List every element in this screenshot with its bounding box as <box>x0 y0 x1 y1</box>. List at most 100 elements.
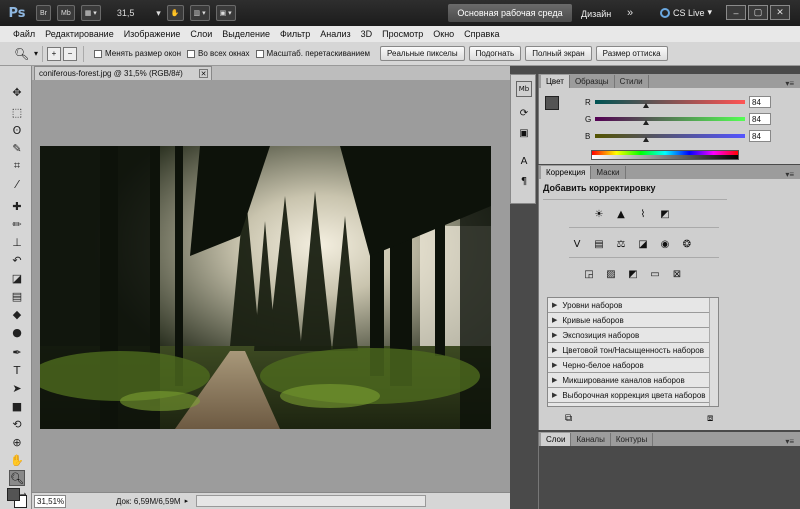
quick-selection-tool-icon[interactable]: ✎ <box>9 140 25 156</box>
type-tool-icon[interactable]: T <box>9 362 25 378</box>
tab-styles[interactable]: Стили <box>615 75 649 88</box>
brightness-icon[interactable]: ☀ <box>591 207 607 221</box>
crop-tool-icon[interactable]: ⌗ <box>9 158 25 174</box>
zoom-percent-field[interactable]: 31,51% <box>34 494 66 508</box>
exposure-icon[interactable]: ◩ <box>657 207 673 221</box>
path-selection-tool-icon[interactable]: ➤ <box>9 380 25 396</box>
history-icon[interactable]: ⟳ <box>516 105 532 121</box>
character-icon[interactable]: A <box>516 153 532 169</box>
horizontal-scrollbar[interactable] <box>196 495 427 507</box>
threshold-icon[interactable]: ◩ <box>625 267 641 281</box>
color-spectrum-bar[interactable] <box>591 150 739 160</box>
spot-healing-tool-icon[interactable]: ✚ <box>9 198 25 214</box>
tab-swatches[interactable]: Образцы <box>570 75 615 88</box>
menu-image[interactable]: Изображение <box>119 29 186 39</box>
all-windows-checkbox[interactable]: Во всех окнах <box>187 49 250 58</box>
fill-screen-button[interactable]: Полный экран <box>525 46 592 61</box>
brush-tool-icon[interactable]: ✏ <box>9 216 25 232</box>
lasso-tool-icon[interactable]: ʘ <box>9 122 25 138</box>
menu-filter[interactable]: Фильтр <box>275 29 315 39</box>
minimize-button[interactable]: – <box>726 5 746 20</box>
move-tool-icon[interactable]: ✥ <box>9 84 25 100</box>
menu-help[interactable]: Справка <box>459 29 504 39</box>
posterize-icon[interactable]: ▨ <box>603 267 619 281</box>
resize-windows-checkbox[interactable]: Менять размер окон <box>94 49 181 58</box>
paragraph-icon[interactable]: ¶ <box>516 173 532 189</box>
red-slider-thumb[interactable] <box>643 103 649 108</box>
canvas-area[interactable] <box>32 80 510 492</box>
black-white-icon[interactable]: ◪ <box>635 237 651 251</box>
channel-mixer-icon[interactable]: ❂ <box>679 237 695 251</box>
history-brush-tool-icon[interactable]: ↶ <box>9 252 25 268</box>
tab-adjustments[interactable]: Коррекция <box>541 166 592 179</box>
pen-tool-icon[interactable]: ✒ <box>9 344 25 360</box>
menu-layers[interactable]: Слои <box>185 29 217 39</box>
hand-rotate-button[interactable]: ✋ <box>166 5 184 21</box>
photo-filter-icon[interactable]: ◉ <box>657 237 673 251</box>
tab-paths[interactable]: Контуры <box>611 433 654 446</box>
menu-3d[interactable]: 3D <box>356 29 378 39</box>
panel-menu-icon[interactable]: ▾≡ <box>785 79 794 88</box>
workspace-design-button[interactable]: Дизайн <box>581 9 611 19</box>
cs-live-button[interactable]: CS Live ▾ <box>660 7 712 18</box>
menu-file[interactable]: Файл <box>8 29 40 39</box>
mini-bridge-button[interactable]: Mb <box>57 5 75 21</box>
document-tab[interactable]: coniferous-forest.jpg @ 31,5% (RGB/8#) ✕ <box>34 66 212 80</box>
preset-item[interactable]: ▶ Выборочная коррекция цвета наборов <box>548 388 718 403</box>
dodge-tool-icon[interactable]: ● <box>9 324 25 340</box>
clone-stamp-tool-icon[interactable]: ⊥ <box>9 234 25 250</box>
green-slider-thumb[interactable] <box>643 120 649 125</box>
adjustment-options-icon[interactable]: ⧈ <box>707 413 713 424</box>
red-value-input[interactable]: 84 <box>749 96 771 108</box>
invert-icon[interactable]: ◲ <box>581 267 597 281</box>
green-slider[interactable] <box>595 117 745 125</box>
menu-view[interactable]: Просмотр <box>377 29 428 39</box>
marquee-tool-icon[interactable]: ⬚ <box>9 104 25 120</box>
blur-tool-icon[interactable]: ◆ <box>9 306 25 322</box>
zoom-in-mode-button[interactable]: + <box>47 46 62 61</box>
presets-scrollbar[interactable] <box>709 298 718 406</box>
selective-color-icon[interactable]: ⊠ <box>669 267 685 281</box>
menu-analysis[interactable]: Анализ <box>315 29 355 39</box>
tab-color[interactable]: Цвет <box>541 75 570 88</box>
preset-item[interactable]: ▶ Черно-белое наборов <box>548 358 718 373</box>
zoom-level-dropdown[interactable]: 31,5 ▾ <box>117 8 161 19</box>
scrubby-zoom-checkbox[interactable]: Масштаб. перетаскиванием <box>255 49 370 58</box>
zoom-tool-icon[interactable]: 🔍︎ <box>9 470 25 486</box>
blue-value-input[interactable]: 84 <box>749 130 771 142</box>
close-button[interactable]: ✕ <box>770 5 790 20</box>
hue-saturation-icon[interactable]: ▤ <box>591 237 607 251</box>
preset-item[interactable]: ▶ Уровни наборов <box>548 298 718 313</box>
eraser-tool-icon[interactable]: ◪ <box>9 270 25 286</box>
zoom-tool-preset-icon[interactable]: 🔍︎ <box>14 47 34 61</box>
status-menu-arrow[interactable]: ▸ <box>185 497 189 505</box>
menu-select[interactable]: Выделение <box>217 29 275 39</box>
tab-masks[interactable]: Маски <box>591 166 626 179</box>
preset-item[interactable]: ▶ Микширование каналов наборов <box>548 373 718 388</box>
gradient-tool-icon[interactable]: ▤ <box>9 288 25 304</box>
actions-icon[interactable]: ▣ <box>516 125 532 141</box>
return-to-list-icon[interactable]: ⧉ <box>565 413 572 424</box>
actual-pixels-button[interactable]: Реальные пикселы <box>380 46 465 61</box>
maximize-button[interactable]: ▢ <box>748 5 768 20</box>
workspace-more-button[interactable]: » <box>627 7 633 19</box>
fit-screen-button[interactable]: Подогнать <box>468 46 522 61</box>
tab-layers[interactable]: Слои <box>541 433 572 446</box>
panel-menu-icon[interactable]: ▾≡ <box>785 170 794 179</box>
arrange-documents-button[interactable]: ▥ ▾ <box>189 5 210 21</box>
screen-mode-button[interactable]: ▣ ▾ <box>215 5 236 21</box>
zoom-out-mode-button[interactable]: − <box>63 46 78 61</box>
green-value-input[interactable]: 84 <box>749 113 771 125</box>
preset-item[interactable]: ▶ Кривые наборов <box>548 313 718 328</box>
eyedropper-tool-icon[interactable]: ⁄ <box>9 176 25 192</box>
vibrance-icon[interactable]: V <box>569 237 585 251</box>
blue-slider-thumb[interactable] <box>643 137 649 142</box>
tab-channels[interactable]: Каналы <box>571 433 611 446</box>
menu-window[interactable]: Окно <box>428 29 459 39</box>
close-icon[interactable]: ✕ <box>199 69 208 78</box>
print-size-button[interactable]: Размер оттиска <box>595 46 668 61</box>
3d-rotate-tool-icon[interactable]: ⟲ <box>9 416 25 432</box>
chevron-down-icon[interactable]: ▾ <box>34 49 38 58</box>
menu-edit[interactable]: Редактирование <box>40 29 119 39</box>
panel-foreground-swatch[interactable] <box>545 96 559 110</box>
